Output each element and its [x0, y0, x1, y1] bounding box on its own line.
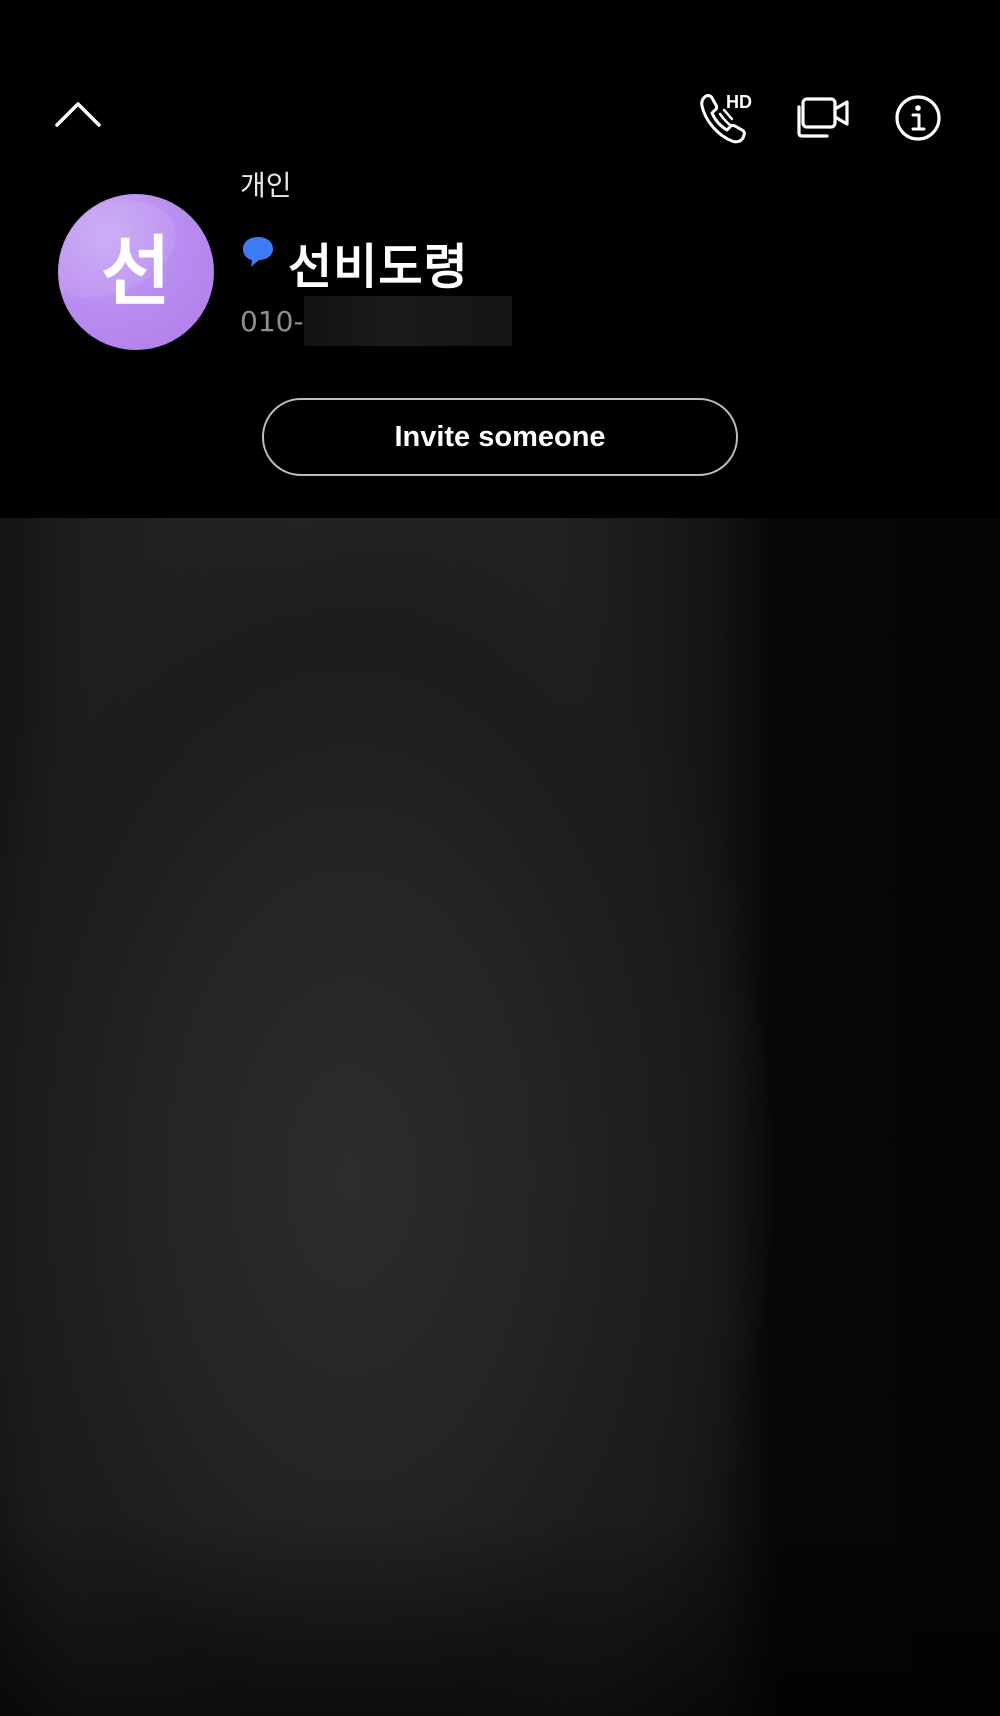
collapse-button[interactable]	[50, 90, 106, 136]
video-preview	[0, 518, 1000, 1716]
hd-voice-call-button[interactable]: HD	[696, 88, 756, 148]
info-icon	[895, 95, 941, 141]
hd-label: HD	[726, 92, 752, 112]
video-call-icon	[797, 97, 849, 138]
invite-someone-button[interactable]: Invite someone	[262, 398, 738, 476]
video-call-button[interactable]	[792, 90, 854, 146]
phone-number: 010-	[240, 296, 512, 346]
avatar-initial: 선	[101, 227, 171, 316]
chevron-up-icon	[55, 102, 101, 127]
contact-name: 선비도령	[288, 239, 469, 295]
call-screen: HD 선 개인 선비도령 010- Invite someone	[0, 0, 1000, 1716]
contact-name-row: 선비도령	[240, 232, 469, 295]
avatar[interactable]: 선	[58, 194, 214, 350]
contact-type-label: 개인	[240, 169, 292, 202]
phone-redacted-block	[303, 296, 512, 346]
chat-bubble-icon	[243, 237, 273, 267]
info-button[interactable]	[888, 90, 948, 146]
phone-prefix: 010-	[240, 304, 304, 338]
